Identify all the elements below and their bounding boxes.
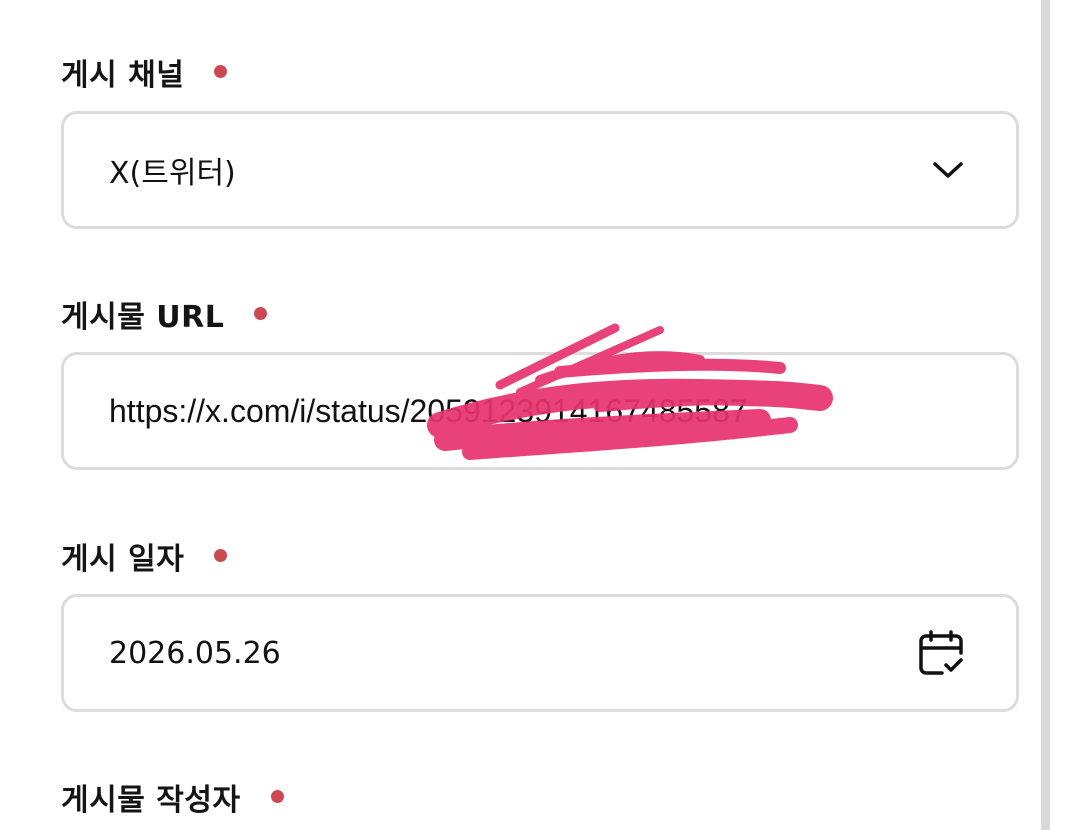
- required-indicator: [254, 306, 268, 320]
- channel-select[interactable]: X(트위터): [61, 111, 1019, 229]
- author-label-row: 게시물 작성자: [61, 777, 284, 818]
- post-url-label: 게시물 URL: [61, 300, 225, 335]
- scrollbar[interactable]: [1041, 0, 1050, 830]
- calendar-check-icon[interactable]: [918, 629, 964, 677]
- post-date-value: 2026.05.26: [109, 635, 281, 671]
- post-date-label-row: 게시 일자: [61, 536, 228, 577]
- form-page: 게시 채널 X(트위터) 게시물 URL https://x.com/i/sta…: [0, 0, 1080, 830]
- author-label: 게시물 작성자: [61, 783, 241, 818]
- post-date-input[interactable]: 2026.05.26: [61, 594, 1019, 712]
- channel-select-value: X(트위터): [109, 156, 236, 191]
- channel-label-row: 게시 채널: [61, 52, 228, 93]
- channel-label: 게시 채널: [61, 58, 185, 93]
- required-indicator: [214, 548, 228, 562]
- required-indicator: [214, 64, 228, 78]
- chevron-down-icon[interactable]: [932, 160, 964, 180]
- post-url-input[interactable]: https://x.com/i/status/20591239141674855…: [61, 352, 1019, 470]
- post-url-label-row: 게시물 URL: [61, 294, 268, 335]
- post-date-label: 게시 일자: [61, 542, 185, 577]
- post-url-value: https://x.com/i/status/20591239141674855…: [109, 392, 748, 429]
- required-indicator: [270, 789, 284, 803]
